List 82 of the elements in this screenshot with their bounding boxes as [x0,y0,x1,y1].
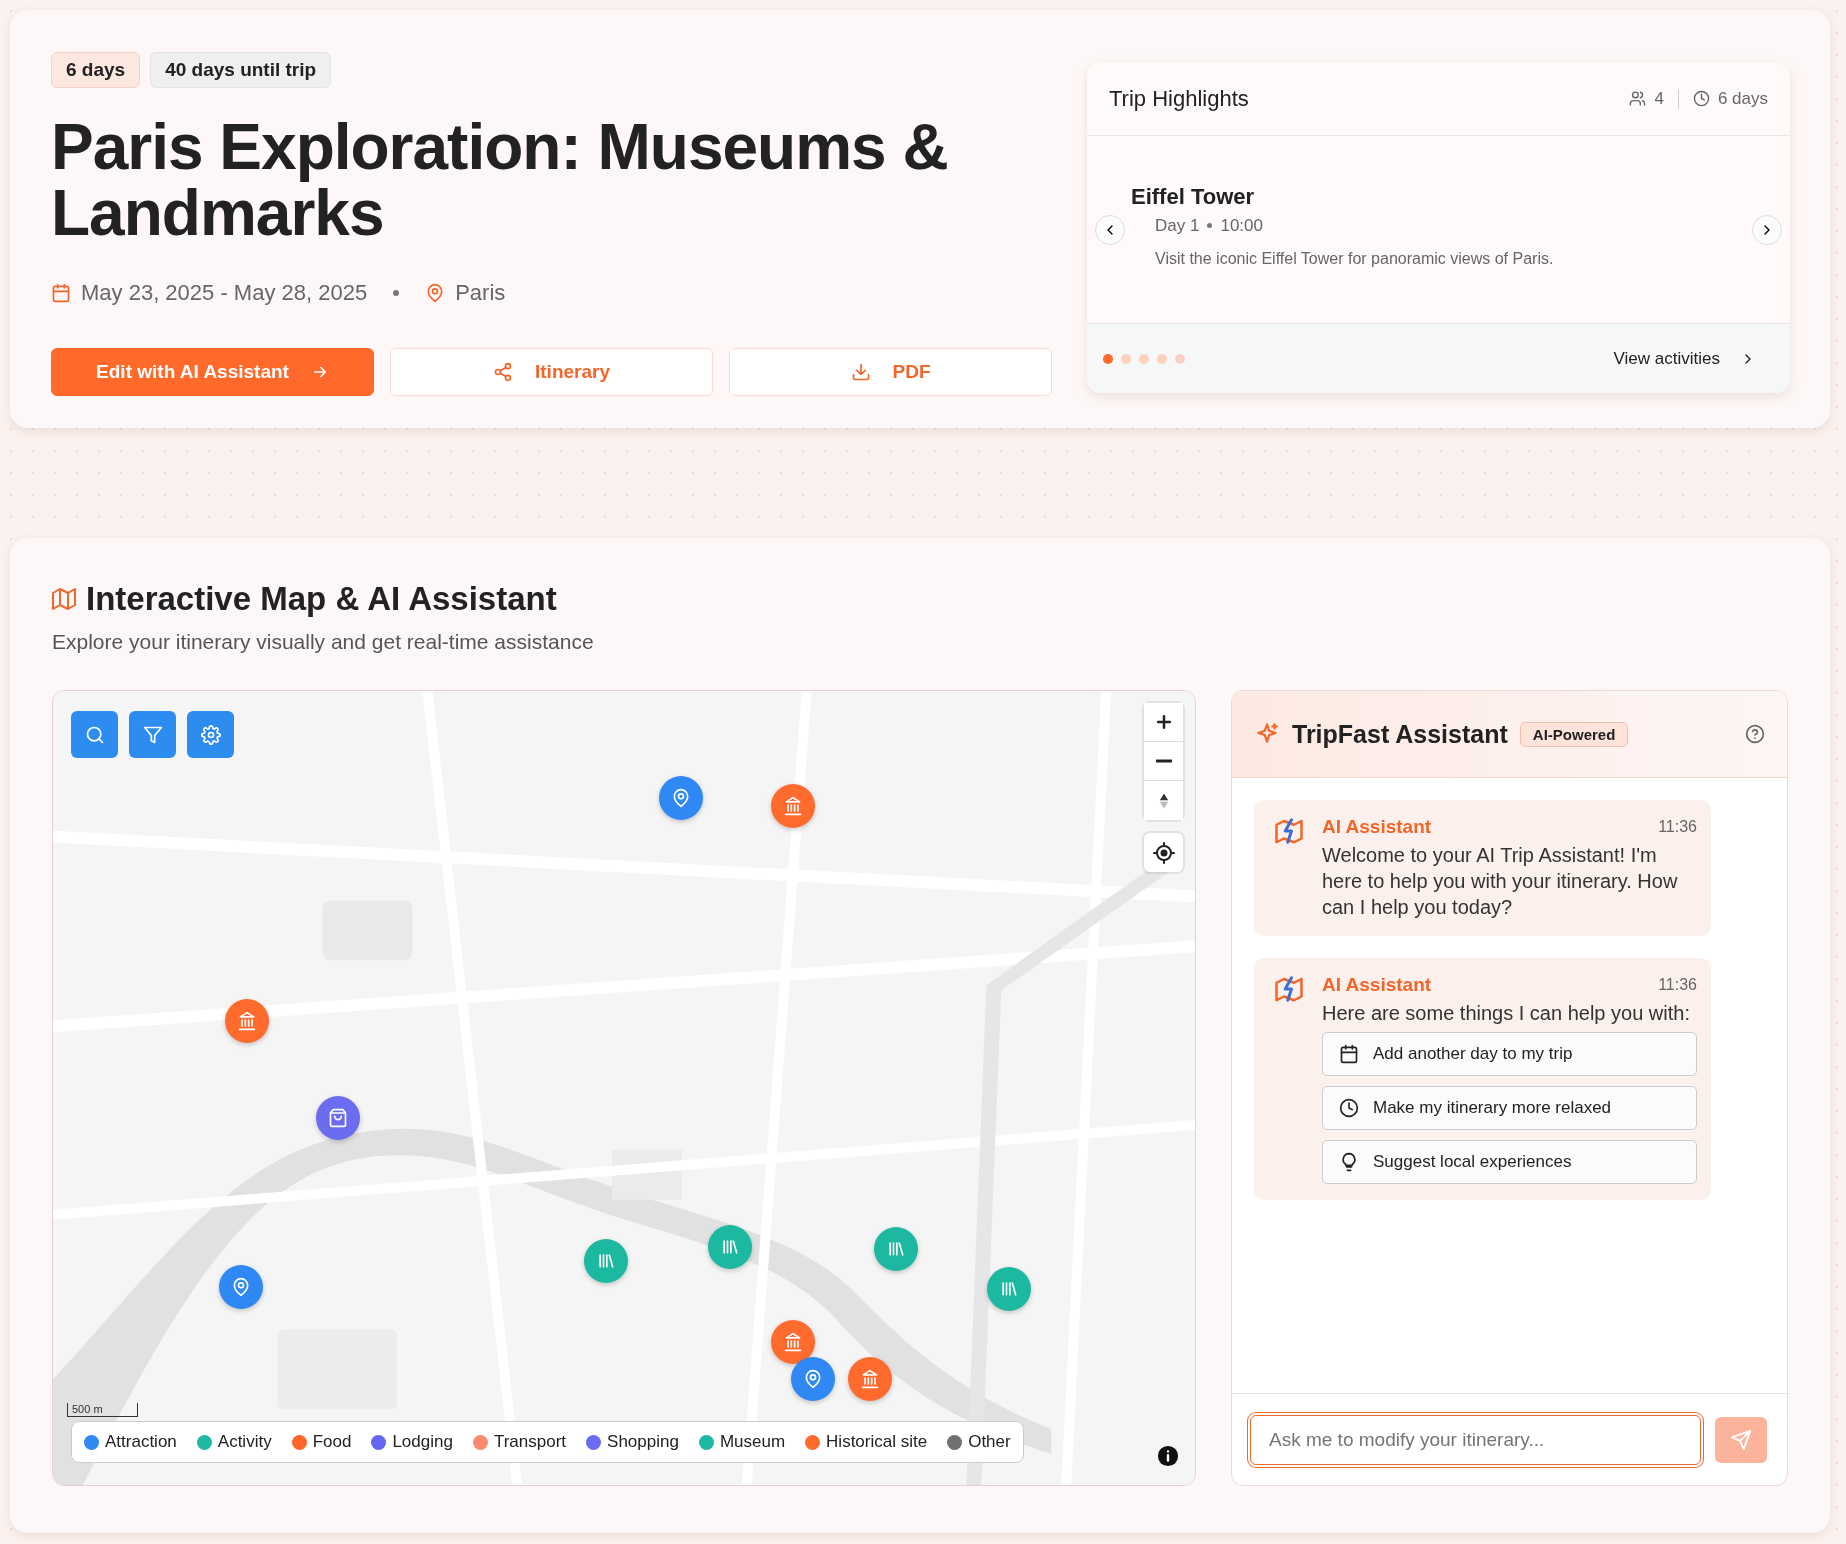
share-icon [493,362,513,382]
legend-label: Lodging [392,1432,453,1452]
previous-button[interactable] [1095,214,1125,245]
map-bolt-icon [1274,974,1304,1004]
trip-location: Paris [455,280,506,306]
minus-icon [1155,759,1172,763]
traveler-count: 4 [1654,88,1664,109]
filter-button[interactable] [129,711,176,758]
pin-icon [803,1369,823,1389]
view-activities-link[interactable]: View activities [1607,347,1762,370]
search-button[interactable] [71,711,118,758]
message-time: 11:36 [1658,976,1697,994]
section-subtitle: Explore your itinerary visually and get real-time assistance [52,630,595,654]
books-icon [596,1251,616,1271]
pin-icon [671,788,691,808]
help-icon[interactable] [1745,724,1765,744]
pagination-dot[interactable] [1175,353,1185,364]
clock-icon [1339,1098,1359,1118]
landmark-icon [783,1332,803,1352]
section-title: Interactive Map & AI Assistant [86,580,557,618]
zoom-in-button[interactable] [1144,703,1183,742]
calendar-icon [51,283,71,303]
activity-day: Day 1 [1155,215,1200,236]
bag-icon [328,1108,348,1128]
legend-label: Other [968,1432,1011,1452]
next-button[interactable] [1752,214,1782,245]
pagination-dot[interactable] [1139,353,1149,364]
legend-label: Historical site [826,1432,928,1452]
legend-label: Museum [719,1432,786,1452]
map-bolt-icon [1274,816,1304,846]
trip-title: Paris Exploration: Museums & Landmarks [51,114,949,246]
legend-label: Attraction [105,1432,177,1452]
scale-bar: 500 m [67,1403,138,1417]
activity-name: Eiffel Tower [1131,183,1256,210]
badge: 6 days [51,52,141,88]
separator-dot [393,290,400,296]
legend-label: Shopping [607,1432,679,1452]
info-icon[interactable] [1157,1445,1179,1467]
suggestion-button[interactable]: Add another day to my trip [1322,1032,1697,1076]
trip-dates: May 23, 2025 - May 28, 2025 [81,280,368,306]
activity-time: 10:00 [1220,215,1263,236]
locate-icon [1151,840,1176,865]
pin-icon [231,1277,251,1297]
search-icon [84,724,105,745]
message-time: 11:36 [1658,818,1697,836]
filter-icon [142,724,163,745]
pagination-dot[interactable] [1157,353,1167,364]
settings-button[interactable] [187,711,234,758]
separator-dot [1207,223,1213,228]
pagination-dot[interactable] [1121,353,1131,364]
assistant-title: TripFast Assistant [1292,719,1508,749]
message-text: Welcome to your AI Trip Assistant! I'm here to help you with your itinerary. How can I help you today? [1322,843,1679,920]
legend-label: Transport [493,1432,567,1452]
message-text: Here are some things I can help you with: [1322,1001,1691,1026]
send-icon [1730,1428,1752,1451]
sender-name: AI Assistant [1322,974,1432,996]
legend-label: Activity [217,1432,272,1452]
landmark-icon [860,1369,880,1389]
sender-name: AI Assistant [1322,816,1432,838]
calendar-icon [1339,1044,1359,1064]
clock-icon [1692,90,1710,107]
message-input[interactable]: Ask me to modify your itinerary... [1250,1414,1701,1465]
pagination-dot[interactable] [1103,353,1113,364]
badge: AI-Powered [1519,721,1629,747]
suggestion-button[interactable]: Suggest local experiences [1322,1140,1697,1184]
badge: 40 days until trip [150,52,332,88]
locate-button[interactable] [1144,833,1183,872]
books-icon [720,1237,740,1257]
books-icon [886,1239,906,1259]
trip-duration: 6 days [1717,88,1768,109]
gear-icon [200,724,221,745]
activity-description: Visit the iconic Eiffel Tower for panoramic views of Paris. [1155,249,1555,268]
people-icon [1629,90,1647,107]
landmark-icon [783,796,803,816]
landmark-icon [237,1011,257,1031]
map-icon [52,587,76,611]
download-icon [850,362,871,382]
lightbulb-icon [1339,1152,1359,1172]
suggestion-button[interactable]: Make my itinerary more relaxed [1322,1086,1697,1130]
legend-label: Food [312,1432,352,1452]
books-icon [999,1279,1019,1299]
card-title: Trip Highlights [1109,85,1249,112]
